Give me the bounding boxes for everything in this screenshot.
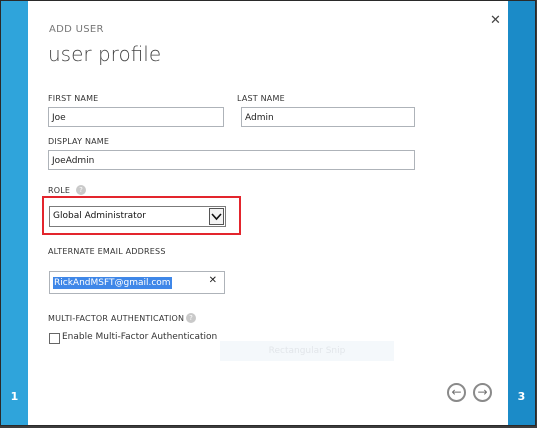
step-number-3: 3 [517,390,526,403]
mfa-checkbox-label: Enable Multi-Factor Authentication [62,332,218,342]
mfa-help-icon[interactable]: ? [186,313,196,323]
alternate-email-value: RickAndMSFT@gmail.com [53,277,172,289]
clear-icon[interactable]: ✕ [209,275,217,286]
back-button[interactable]: ← [447,383,466,402]
add-user-dialog: 1 3 ✕ ADD USER user profile FIRST NAME J… [1,1,535,425]
arrow-left-icon: ← [451,385,462,399]
step-indicator-left[interactable]: 1 [1,1,28,425]
last-name-label: LAST NAME [237,94,285,103]
role-help-icon[interactable]: ? [76,185,86,195]
alternate-email-label: ALTERNATE EMAIL ADDRESS [48,247,166,256]
dialog-eyebrow: ADD USER [49,24,104,35]
display-name-label: DISPLAY NAME [48,137,110,146]
close-icon[interactable]: ✕ [490,13,501,28]
rectangular-snip-tooltip: Rectangular Snip [220,341,394,361]
alternate-email-field[interactable]: RickAndMSFT@gmail.com ✕ [49,271,225,294]
arrow-right-icon: → [477,385,488,399]
first-name-label: FIRST NAME [48,94,99,103]
chevron-down-icon[interactable] [209,208,224,225]
mfa-label: MULTI-FACTOR AUTHENTICATION [48,314,185,323]
page-title: user profile [48,42,162,66]
last-name-field[interactable]: Admin [241,107,415,127]
step-number-1: 1 [10,390,19,403]
mfa-checkbox[interactable] [49,333,60,344]
next-button[interactable]: → [473,383,492,402]
role-select[interactable]: Global Administrator [49,206,226,227]
display-name-field[interactable]: JoeAdmin [48,150,415,170]
role-select-value: Global Administrator [53,211,146,221]
role-label: ROLE [48,186,71,195]
step-indicator-right[interactable]: 3 [508,1,535,425]
first-name-field[interactable]: Joe [48,107,224,127]
